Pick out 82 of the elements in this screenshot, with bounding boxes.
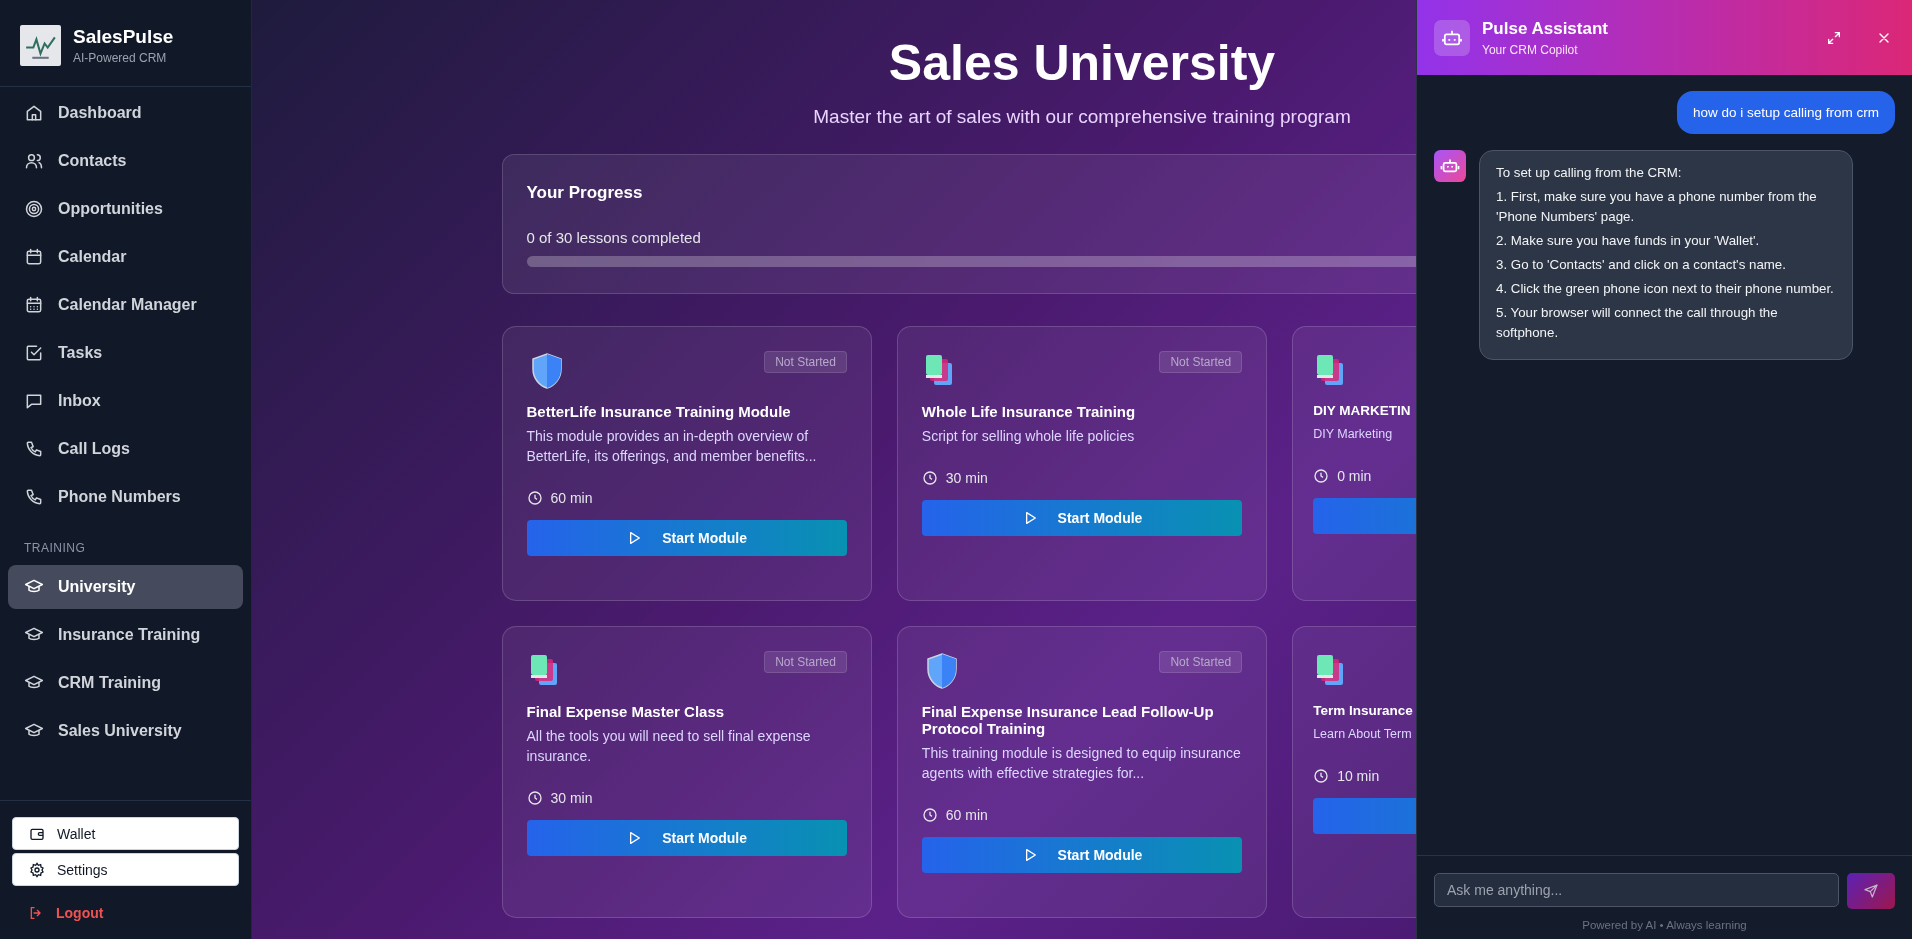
- status-badge: Not Started: [1159, 651, 1243, 673]
- nav-item[interactable]: CRM Training: [8, 661, 243, 705]
- progress-summary: 0 of 30 lessons completed: [526, 229, 701, 246]
- clock-icon: [921, 807, 938, 823]
- message-line: 2. Make sure you have funds in your 'Wallet'.: [1496, 232, 1761, 250]
- brand-name: SalesPulse: [73, 26, 174, 48]
- assistant-subtitle: Your CRM Copilot: [1482, 42, 1579, 57]
- nav-item[interactable]: Inbox: [8, 379, 243, 423]
- nav-item[interactable]: Opportunities: [8, 187, 243, 231]
- clock-icon: [1313, 768, 1330, 784]
- nav-item[interactable]: Sales University: [8, 709, 243, 753]
- home-icon: [24, 103, 44, 123]
- module-title: Term Insurance: [1313, 703, 1413, 718]
- assistant-title: Pulse Assistant: [1482, 18, 1609, 39]
- send-icon: [1863, 883, 1879, 899]
- clock-icon: [1313, 468, 1330, 484]
- module-description: All the tools you will need to sell final expense insurance.: [526, 727, 812, 766]
- module-title: Whole Life Insurance Training: [921, 403, 1137, 420]
- phone-icon: [24, 439, 44, 459]
- clock-icon: [921, 470, 938, 486]
- message-line: 3. Go to 'Contacts' and click on a contact's name.: [1496, 256, 1787, 274]
- message-line: 4. Click the green phone icon next to their phone number.: [1496, 280, 1835, 298]
- send-button[interactable]: [1847, 873, 1895, 909]
- duration-text: 0 min: [1337, 468, 1372, 484]
- users-icon: [24, 151, 44, 171]
- logo-icon: [20, 25, 61, 66]
- clock-icon: [526, 790, 543, 806]
- calendar-icon: [24, 295, 44, 315]
- message-input[interactable]: Ask me anything...: [1434, 873, 1839, 907]
- nav-item[interactable]: University: [8, 565, 243, 609]
- phone-icon: [24, 487, 44, 507]
- duration-text: 30 min: [550, 790, 593, 806]
- settings-button[interactable]: Settings: [12, 853, 239, 886]
- robot-icon: [1434, 150, 1466, 182]
- page-title: Sales University: [888, 34, 1276, 92]
- progress-title: Your Progress: [526, 183, 643, 203]
- chat-icon: [24, 391, 44, 411]
- module-title: BetterLife Insurance Training Module: [526, 403, 792, 420]
- wallet-button[interactable]: Wallet: [12, 817, 239, 850]
- nav-item[interactable]: Dashboard: [8, 91, 243, 135]
- module-description: This module provides an in-depth overview of BetterLife, its offerings, and member benefits...: [526, 427, 818, 466]
- calendar-icon: [24, 247, 44, 267]
- module-description: This training module is designed to equip insurance agents with effective strategies for...: [921, 744, 1242, 783]
- duration-text: 10 min: [1337, 768, 1380, 784]
- nav-item[interactable]: Calendar Manager: [8, 283, 243, 327]
- start-module-button[interactable]: Start Module: [526, 820, 847, 856]
- nav-item[interactable]: Phone Numbers: [8, 475, 243, 519]
- logout-link[interactable]: Logout: [12, 889, 239, 925]
- nav-item[interactable]: Call Logs: [8, 427, 243, 471]
- start-module-button[interactable]: Start Module: [921, 837, 1243, 873]
- start-module-button[interactable]: Start Module: [921, 500, 1243, 536]
- message-line: 1. First, make sure you have a phone number from the 'Phone Numbers' page.: [1496, 188, 1818, 226]
- nav-item[interactable]: Contacts: [8, 139, 243, 183]
- checkbox-icon: [24, 343, 44, 363]
- settings-icon: [29, 861, 45, 878]
- status-badge: Not Started: [1159, 351, 1243, 373]
- expand-icon[interactable]: [1826, 29, 1842, 46]
- user-message: how do i setup calling from crm: [1676, 91, 1895, 134]
- duration-text: 60 min: [550, 490, 593, 506]
- footer-note: Powered by AI • Always learning: [1582, 919, 1747, 931]
- message-line: 5. Your browser will connect the call through the softphone.: [1496, 304, 1779, 342]
- page-subtitle: Master the art of sales with our comprehensive training program: [813, 106, 1351, 128]
- status-badge: Not Started: [764, 651, 847, 673]
- brand-tagline: AI-Powered CRM: [73, 51, 168, 65]
- module-title: Final Expense Master Class: [526, 703, 726, 720]
- module-description: Learn About Term: [1313, 726, 1412, 743]
- nav-item[interactable]: Tasks: [8, 331, 243, 375]
- duration-text: 30 min: [945, 470, 988, 486]
- clock-icon: [526, 490, 543, 506]
- module-title: DIY MARKETIN: [1313, 403, 1411, 418]
- module-description: Script for selling whole life policies: [921, 427, 1136, 446]
- robot-icon: [1434, 19, 1470, 56]
- nav-item[interactable]: Insurance Training: [8, 613, 243, 657]
- duration-text: 60 min: [945, 807, 988, 823]
- start-module-button[interactable]: Start Module: [526, 520, 847, 556]
- status-badge: Not Started: [764, 351, 847, 373]
- module-title: Final Expense Insurance Lead Follow-Up Protocol Training: [921, 703, 1215, 737]
- section-heading: TRAINING: [23, 540, 87, 557]
- message-line: To set up calling from the CRM:: [1496, 164, 1683, 182]
- target-icon: [24, 199, 44, 219]
- nav-item[interactable]: Calendar: [8, 235, 243, 279]
- module-description: DIY Marketing: [1313, 426, 1393, 443]
